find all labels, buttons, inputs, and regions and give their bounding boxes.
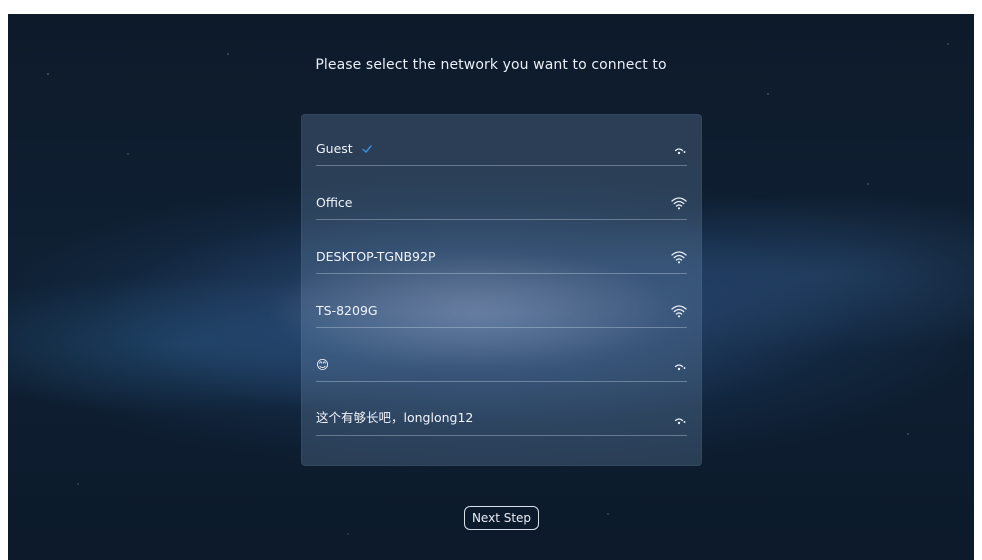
wifi-full-icon xyxy=(671,251,687,264)
network-name: DESKTOP-TGNB92P xyxy=(316,249,436,264)
setup-screen: Please select the network you want to co… xyxy=(8,14,974,560)
wifi-full-icon xyxy=(671,305,687,318)
wifi-weak-icon xyxy=(674,364,686,371)
wifi-weak-icon xyxy=(674,148,686,155)
network-name: 😊 xyxy=(316,357,330,372)
network-item-office[interactable]: Office xyxy=(316,166,687,220)
network-list-panel: Guest Office DESKTOP-TGNB92P TS-8209G 😊 … xyxy=(301,114,702,466)
network-name: 这个有够长吧，longlong12 xyxy=(316,410,474,425)
network-item-ts[interactable]: TS-8209G xyxy=(316,274,687,328)
page-title: Please select the network you want to co… xyxy=(315,57,667,73)
network-list: Guest Office DESKTOP-TGNB92P TS-8209G 😊 … xyxy=(316,131,687,436)
network-item-guest[interactable]: Guest xyxy=(316,131,687,166)
network-item-desktop[interactable]: DESKTOP-TGNB92P xyxy=(316,220,687,274)
network-name: Office xyxy=(316,195,353,210)
network-item-emoji[interactable]: 😊 xyxy=(316,328,687,382)
checkmark-icon xyxy=(362,145,372,153)
next-step-button[interactable]: Next Step xyxy=(464,506,539,530)
network-name: Guest xyxy=(316,141,353,156)
network-name: TS-8209G xyxy=(316,303,378,318)
wifi-full-icon xyxy=(671,197,687,210)
wifi-weak-icon xyxy=(674,418,686,425)
network-item-long[interactable]: 这个有够长吧，longlong12 xyxy=(316,382,687,436)
